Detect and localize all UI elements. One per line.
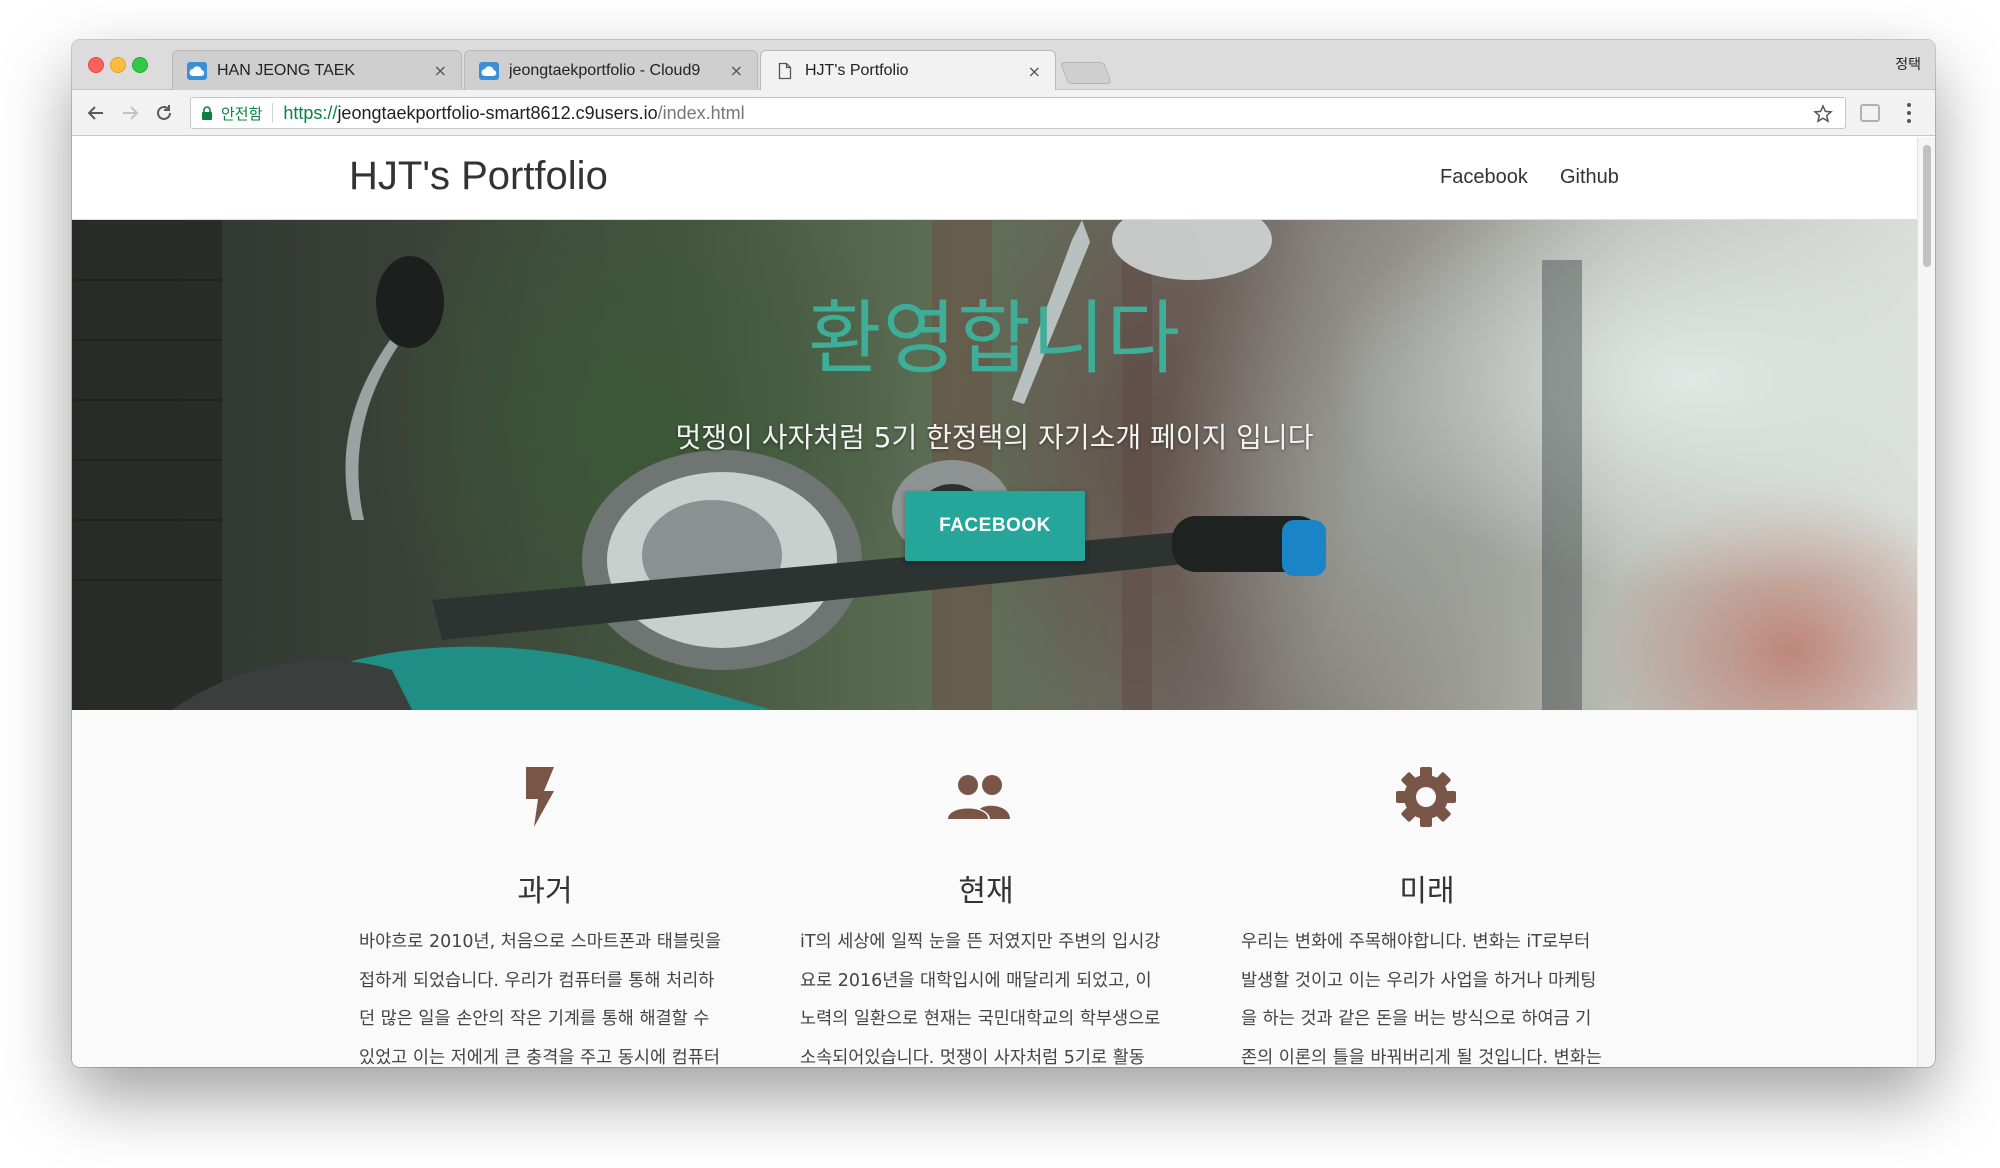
flash-icon <box>526 767 554 827</box>
hero-subtitle: 멋쟁이 사자처럼 5기 한정택의 자기소개 페이지 입니다 <box>675 421 1314 454</box>
cloud9-icon <box>479 61 499 80</box>
reload-button[interactable] <box>150 99 178 127</box>
feature-title: 미래 <box>1399 874 1455 909</box>
browser-window: HAN JEONG TAEK × jeongtaekportfolio - Cl… <box>72 40 1935 1067</box>
cloud9-icon <box>187 61 207 80</box>
url-host: jeongtaekportfolio-smart8612.c9users.io <box>337 102 658 123</box>
site-brand[interactable]: HJT's Portfolio <box>349 154 608 199</box>
menu-icon[interactable] <box>1904 101 1914 125</box>
new-tab-button[interactable] <box>1059 62 1113 84</box>
tab-close-icon[interactable]: × <box>434 61 447 80</box>
bookmark-star-icon[interactable] <box>1813 104 1833 124</box>
feature-body: iT의 세상에 일찍 눈을 뜬 저였지만 주변의 입시강 요로 2016년을 대… <box>800 932 1161 1067</box>
extension-icon[interactable] <box>1860 104 1880 122</box>
feature-title: 현재 <box>958 874 1014 909</box>
nav-link-facebook[interactable]: Facebook <box>1440 166 1528 189</box>
divider <box>272 103 274 123</box>
minimize-window-button[interactable] <box>110 57 126 73</box>
tab-han-jeong-taek[interactable]: HAN JEONG TAEK × <box>172 50 462 90</box>
page-scrollbar[interactable] <box>1917 137 1935 1067</box>
hero-banner: 환영합니다 멋쟁이 사자처럼 5기 한정택의 자기소개 페이지 입니다 FACE… <box>72 220 1917 710</box>
tab-title: HAN JEONG TAEK <box>217 61 356 79</box>
zoom-window-button[interactable] <box>132 57 148 73</box>
profile-name[interactable]: 정택 <box>1895 54 1921 74</box>
site-navbar: HJT's Portfolio Facebook Github <box>72 137 1917 220</box>
reload-icon <box>157 105 171 120</box>
scrollbar-thumb[interactable] <box>1923 145 1931 267</box>
security-label: 안전함 <box>221 104 263 123</box>
document-icon <box>775 62 795 80</box>
feature-body: 바야흐로 2010년, 처음으로 스마트폰과 태블릿을 접하게 되었습니다. 우… <box>359 932 722 1067</box>
tab-hjt-portfolio[interactable]: HJT's Portfolio × <box>760 50 1056 91</box>
arrow-left-icon <box>87 106 103 120</box>
close-window-button[interactable] <box>88 57 104 73</box>
nav-link-github[interactable]: Github <box>1560 166 1619 189</box>
settings-icon <box>1396 767 1456 827</box>
tab-title: HJT's Portfolio <box>805 62 909 79</box>
feature-body: 우리는 변화에 주목해야합니다. 변화는 iT로부터 발생할 것이고 이는 우리… <box>1241 932 1602 1067</box>
url-scheme: https:// <box>283 102 338 123</box>
lock-icon <box>202 106 212 120</box>
page-viewport: HJT's Portfolio Facebook Github 환영합니다 멋쟁… <box>72 137 1917 1067</box>
address-bar[interactable]: 안전함 https://jeongtaekportfolio-smart8612… <box>190 97 1846 129</box>
back-button[interactable] <box>82 99 110 127</box>
tab-cloud9[interactable]: jeongtaekportfolio - Cloud9 × <box>464 50 758 90</box>
hero-title: 환영합니다 <box>808 292 1181 385</box>
group-icon <box>948 775 1010 819</box>
url-path: /index.html <box>657 102 745 123</box>
forward-button[interactable] <box>116 99 144 127</box>
browser-toolbar: 안전함 https://jeongtaekportfolio-smart8612… <box>72 90 1935 136</box>
tab-title: jeongtaekportfolio - Cloud9 <box>509 61 701 79</box>
tab-strip: HAN JEONG TAEK × jeongtaekportfolio - Cl… <box>72 40 1935 91</box>
arrow-right-icon <box>123 106 139 120</box>
tab-close-icon[interactable]: × <box>730 61 743 80</box>
features-section: 과거 바야흐로 2010년, 처음으로 스마트폰과 태블릿을 접하게 되었습니다… <box>72 710 1917 1067</box>
tab-close-icon[interactable]: × <box>1028 62 1041 81</box>
feature-title: 과거 <box>517 874 573 909</box>
facebook-button[interactable]: FACEBOOK <box>905 491 1085 561</box>
